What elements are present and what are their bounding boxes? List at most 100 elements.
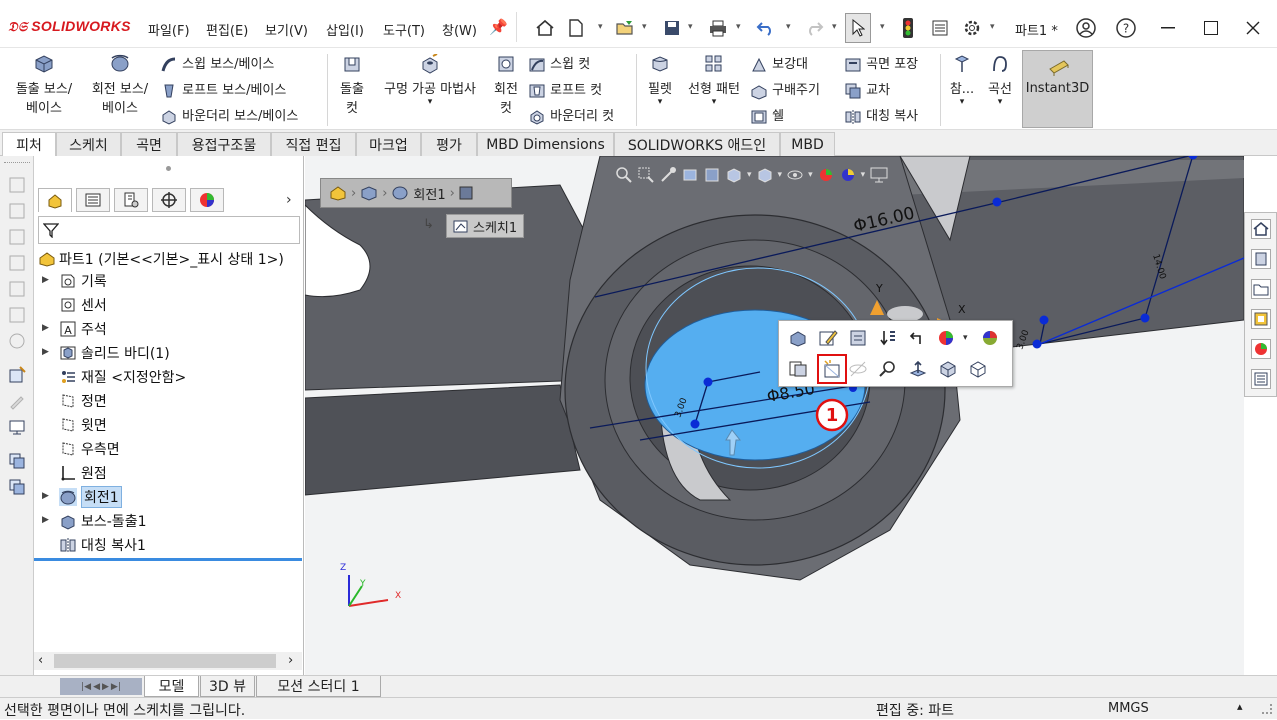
- sketch-tool-icon[interactable]: [8, 202, 26, 220]
- tree-item-right-plane[interactable]: 우측면: [34, 438, 302, 460]
- chevron-down-icon[interactable]: ▾: [747, 170, 752, 180]
- pin-icon[interactable]: 📌: [489, 18, 508, 36]
- chevron-down-icon[interactable]: ▾: [984, 97, 1016, 107]
- chevron-left-icon[interactable]: ‹: [38, 653, 43, 668]
- sketch-tool-icon[interactable]: [8, 254, 26, 272]
- solid-body-icon[interactable]: [360, 184, 378, 202]
- expand-arrow-icon[interactable]: ▶: [42, 491, 49, 501]
- zoom-to-selection-icon[interactable]: [877, 358, 899, 380]
- menu-edit[interactable]: 편집(E): [206, 20, 248, 39]
- boundary-boss-button[interactable]: 바운더리 보스/베이스: [160, 105, 298, 126]
- view-settings-monitor-icon[interactable]: [869, 166, 889, 184]
- maximize-button[interactable]: [1196, 14, 1226, 42]
- close-button[interactable]: [1238, 14, 1268, 42]
- tab-mbd[interactable]: MBD: [780, 132, 835, 156]
- display-style-icon[interactable]: [756, 166, 774, 184]
- tree-item-origin[interactable]: 원점: [34, 462, 302, 484]
- revolve-boss-button[interactable]: 회전 보스/ 베이스: [84, 52, 156, 116]
- tree-item-top-plane[interactable]: 윗면: [34, 414, 302, 436]
- tab-solidworks-addins[interactable]: SOLIDWORKS 애드인: [614, 132, 780, 156]
- tree-item-revolve1[interactable]: ▶ 회전1: [34, 486, 302, 508]
- copy-icon[interactable]: [8, 452, 26, 470]
- chevron-down-icon[interactable]: ▾: [963, 333, 968, 343]
- normal-to-icon[interactable]: [907, 358, 929, 380]
- tab-evaluate[interactable]: 평가: [421, 132, 477, 156]
- appearance-icon[interactable]: [935, 327, 957, 349]
- previous-tab-icon[interactable]: ◀: [93, 682, 100, 692]
- draft-button[interactable]: 구배주기: [750, 79, 820, 100]
- revolve-feature-icon[interactable]: [391, 184, 409, 202]
- configurationmanager-tab[interactable]: [114, 188, 148, 212]
- tab-surfaces[interactable]: 곡면: [121, 132, 177, 156]
- menu-window[interactable]: 창(W): [442, 20, 477, 39]
- chevron-down-icon[interactable]: ▾: [786, 22, 791, 32]
- custom-properties-icon[interactable]: [1251, 369, 1271, 389]
- breadcrumb-sketch[interactable]: 스케치1: [446, 214, 524, 238]
- sketch-on-face-icon[interactable]: [821, 358, 843, 380]
- minimize-button[interactable]: [1153, 14, 1183, 42]
- tree-filter-box[interactable]: [38, 216, 300, 244]
- view-orientation-icon[interactable]: [725, 166, 743, 184]
- file-explorer-folder-icon[interactable]: [1251, 279, 1271, 299]
- chevron-down-icon[interactable]: ▾: [598, 22, 603, 32]
- tree-item-material[interactable]: 재질 <지정안함>: [34, 366, 302, 388]
- file-properties-icon[interactable]: [928, 15, 952, 41]
- menu-insert[interactable]: 삽입(I): [326, 20, 364, 39]
- paste-icon[interactable]: [8, 478, 26, 496]
- mirror-button[interactable]: 대칭 복사: [844, 105, 918, 126]
- design-library-icon[interactable]: [1251, 249, 1271, 269]
- select-pointer-icon[interactable]: [845, 13, 871, 43]
- revolve-cut-button[interactable]: 회전 컷: [489, 54, 523, 116]
- apply-scene-icon[interactable]: [839, 166, 857, 184]
- tree-item-sensors[interactable]: 센서: [34, 294, 302, 316]
- chevron-down-icon[interactable]: ▾: [990, 22, 995, 32]
- edit-sketch-icon[interactable]: [817, 327, 839, 349]
- sketch-on-face-icon[interactable]: [8, 366, 26, 384]
- menu-view[interactable]: 보기(V): [265, 20, 308, 39]
- unit-system[interactable]: MMGS: [1108, 701, 1149, 716]
- tree-item-front-plane[interactable]: 정면: [34, 390, 302, 412]
- sweep-boss-button[interactable]: 스윕 보스/베이스: [160, 53, 274, 74]
- boundary-cut-button[interactable]: 바운더리 컷: [528, 105, 614, 126]
- chevron-down-icon[interactable]: ▾: [808, 170, 813, 180]
- chevron-down-icon[interactable]: ▾: [642, 22, 647, 32]
- chevron-down-icon[interactable]: ▾: [861, 170, 866, 180]
- displaymanager-tab[interactable]: [190, 188, 224, 212]
- fillet-button[interactable]: 필렛 ▾: [642, 54, 678, 107]
- menu-file[interactable]: 파일(F): [148, 20, 190, 39]
- chevron-down-icon[interactable]: ▾: [736, 22, 741, 32]
- edit-icon[interactable]: [8, 392, 26, 410]
- rollback-bar[interactable]: [34, 558, 302, 561]
- tab-sketch[interactable]: 스케치: [56, 132, 121, 156]
- edit-appearance-icon[interactable]: [817, 166, 835, 184]
- menu-tools[interactable]: 도구(T): [383, 20, 425, 39]
- loft-boss-button[interactable]: 로프트 보스/베이스: [160, 79, 286, 100]
- dynamic-annotation-icon[interactable]: [703, 166, 721, 184]
- hole-wizard-button[interactable]: 구멍 가공 마법사 ▾: [374, 53, 486, 107]
- tab-weldments[interactable]: 용접구조물: [177, 132, 271, 156]
- dimxpertmanager-tab[interactable]: [152, 188, 186, 212]
- home-icon[interactable]: [533, 15, 557, 41]
- intersect-button[interactable]: 교차: [844, 79, 890, 100]
- loft-cut-button[interactable]: 로프트 컷: [528, 79, 602, 100]
- chevron-down-icon[interactable]: ▾: [374, 97, 486, 107]
- curves-button[interactable]: 곡선 ▾: [984, 54, 1016, 107]
- home-icon[interactable]: [1251, 219, 1271, 239]
- options-gear-icon[interactable]: [960, 15, 984, 41]
- chevron-down-icon[interactable]: ▾: [682, 97, 746, 107]
- tab-model[interactable]: 모델: [144, 676, 199, 697]
- help-icon[interactable]: ?: [1114, 15, 1138, 41]
- sketch-tool-icon[interactable]: [8, 176, 26, 194]
- reference-geometry-button[interactable]: 참... ▾: [946, 54, 978, 107]
- sweep-cut-button[interactable]: 스윕 컷: [528, 53, 590, 74]
- expand-arrow-icon[interactable]: ▶: [42, 347, 49, 357]
- appearances-icon[interactable]: [1251, 339, 1271, 359]
- rebuild-traffic-light-icon[interactable]: [896, 15, 920, 41]
- first-tab-icon[interactable]: |◀: [81, 682, 91, 692]
- sketch-tool-icon[interactable]: [8, 228, 26, 246]
- open-folder-icon[interactable]: [613, 15, 637, 41]
- tab-direct-editing[interactable]: 직접 편집: [271, 132, 356, 156]
- view-orientation-icon[interactable]: [937, 358, 959, 380]
- breadcrumb-revolve-label[interactable]: 회전1: [413, 184, 445, 203]
- chevron-right-icon[interactable]: ›: [288, 653, 293, 668]
